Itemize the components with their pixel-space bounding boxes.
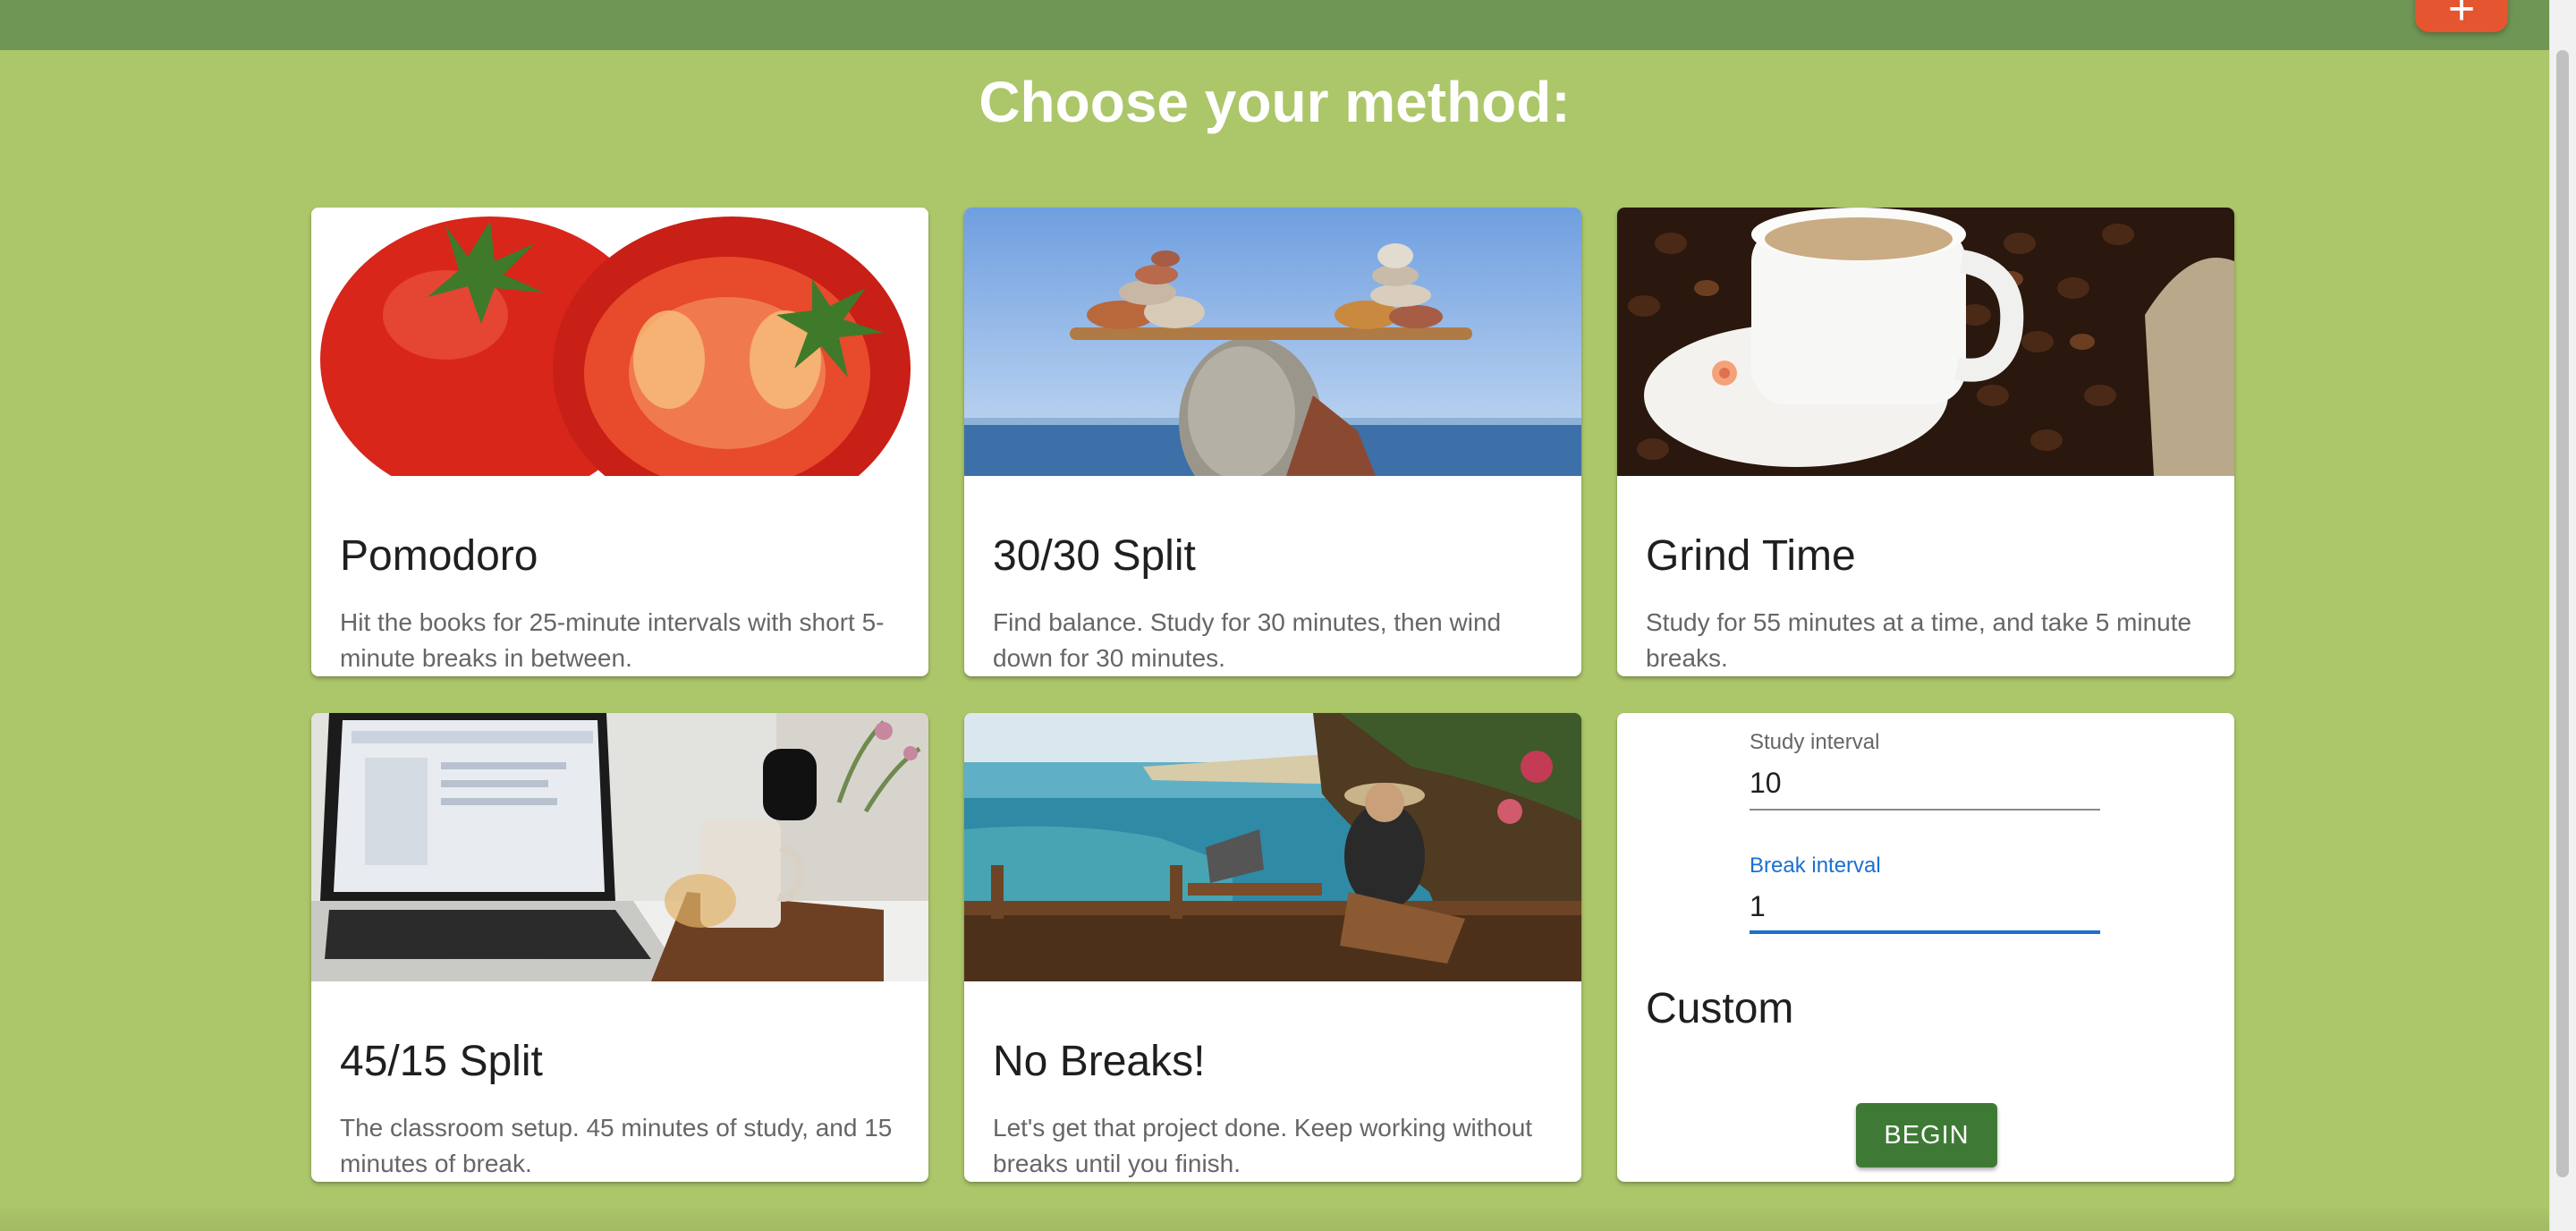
coffee-cup-image: [1617, 208, 2234, 476]
card-description: Let's get that project done. Keep workin…: [993, 1114, 1533, 1177]
scrollbar-thumb[interactable]: [2556, 50, 2569, 1177]
ocean-workspace-image: [964, 713, 1581, 981]
break-interval-input[interactable]: [1750, 879, 2100, 934]
break-interval-label: Break interval: [1750, 853, 1881, 878]
page-title: Choose your method:: [979, 70, 1571, 134]
study-interval-input[interactable]: [1750, 756, 2100, 811]
card-title: Grind Time: [1646, 532, 1856, 580]
card-description: Study for 55 minutes at a time, and take…: [1646, 608, 2192, 672]
tomato-image: [311, 208, 928, 476]
method-card-no-breaks[interactable]: No Breaks! Let's get that project done. …: [964, 713, 1581, 1182]
method-card-45-15-split[interactable]: 45/15 Split The classroom setup. 45 minu…: [311, 713, 928, 1182]
method-card-grind-time[interactable]: Grind Time Study for 55 minutes at a tim…: [1617, 208, 2234, 676]
add-button[interactable]: +: [2415, 0, 2508, 32]
card-description: Hit the books for 25-minute intervals wi…: [340, 608, 885, 672]
card-title: 30/30 Split: [993, 532, 1196, 580]
study-interval-label: Study interval: [1750, 730, 1880, 754]
break-interval-field[interactable]: Break interval: [1750, 853, 2100, 934]
card-title: Pomodoro: [340, 532, 538, 580]
card-title: 45/15 Split: [340, 1038, 543, 1085]
laptop-desk-image: [311, 713, 928, 981]
card-title: Custom: [1646, 985, 1794, 1032]
begin-button[interactable]: BEGIN: [1856, 1103, 1997, 1167]
card-title: No Breaks!: [993, 1038, 1206, 1085]
card-description: Find balance. Study for 30 minutes, then…: [993, 608, 1502, 672]
top-app-bar: [0, 0, 2549, 50]
bottom-shadow: [0, 1204, 2549, 1231]
method-card-30-30-split[interactable]: 30/30 Split Find balance. Study for 30 m…: [964, 208, 1581, 676]
method-card-pomodoro[interactable]: Pomodoro Hit the books for 25-minute int…: [311, 208, 928, 676]
study-interval-field[interactable]: Study interval: [1750, 729, 2100, 811]
card-description: The classroom setup. 45 minutes of study…: [340, 1114, 893, 1177]
balanced-stones-image: [964, 208, 1581, 476]
plus-icon: +: [2447, 0, 2476, 32]
